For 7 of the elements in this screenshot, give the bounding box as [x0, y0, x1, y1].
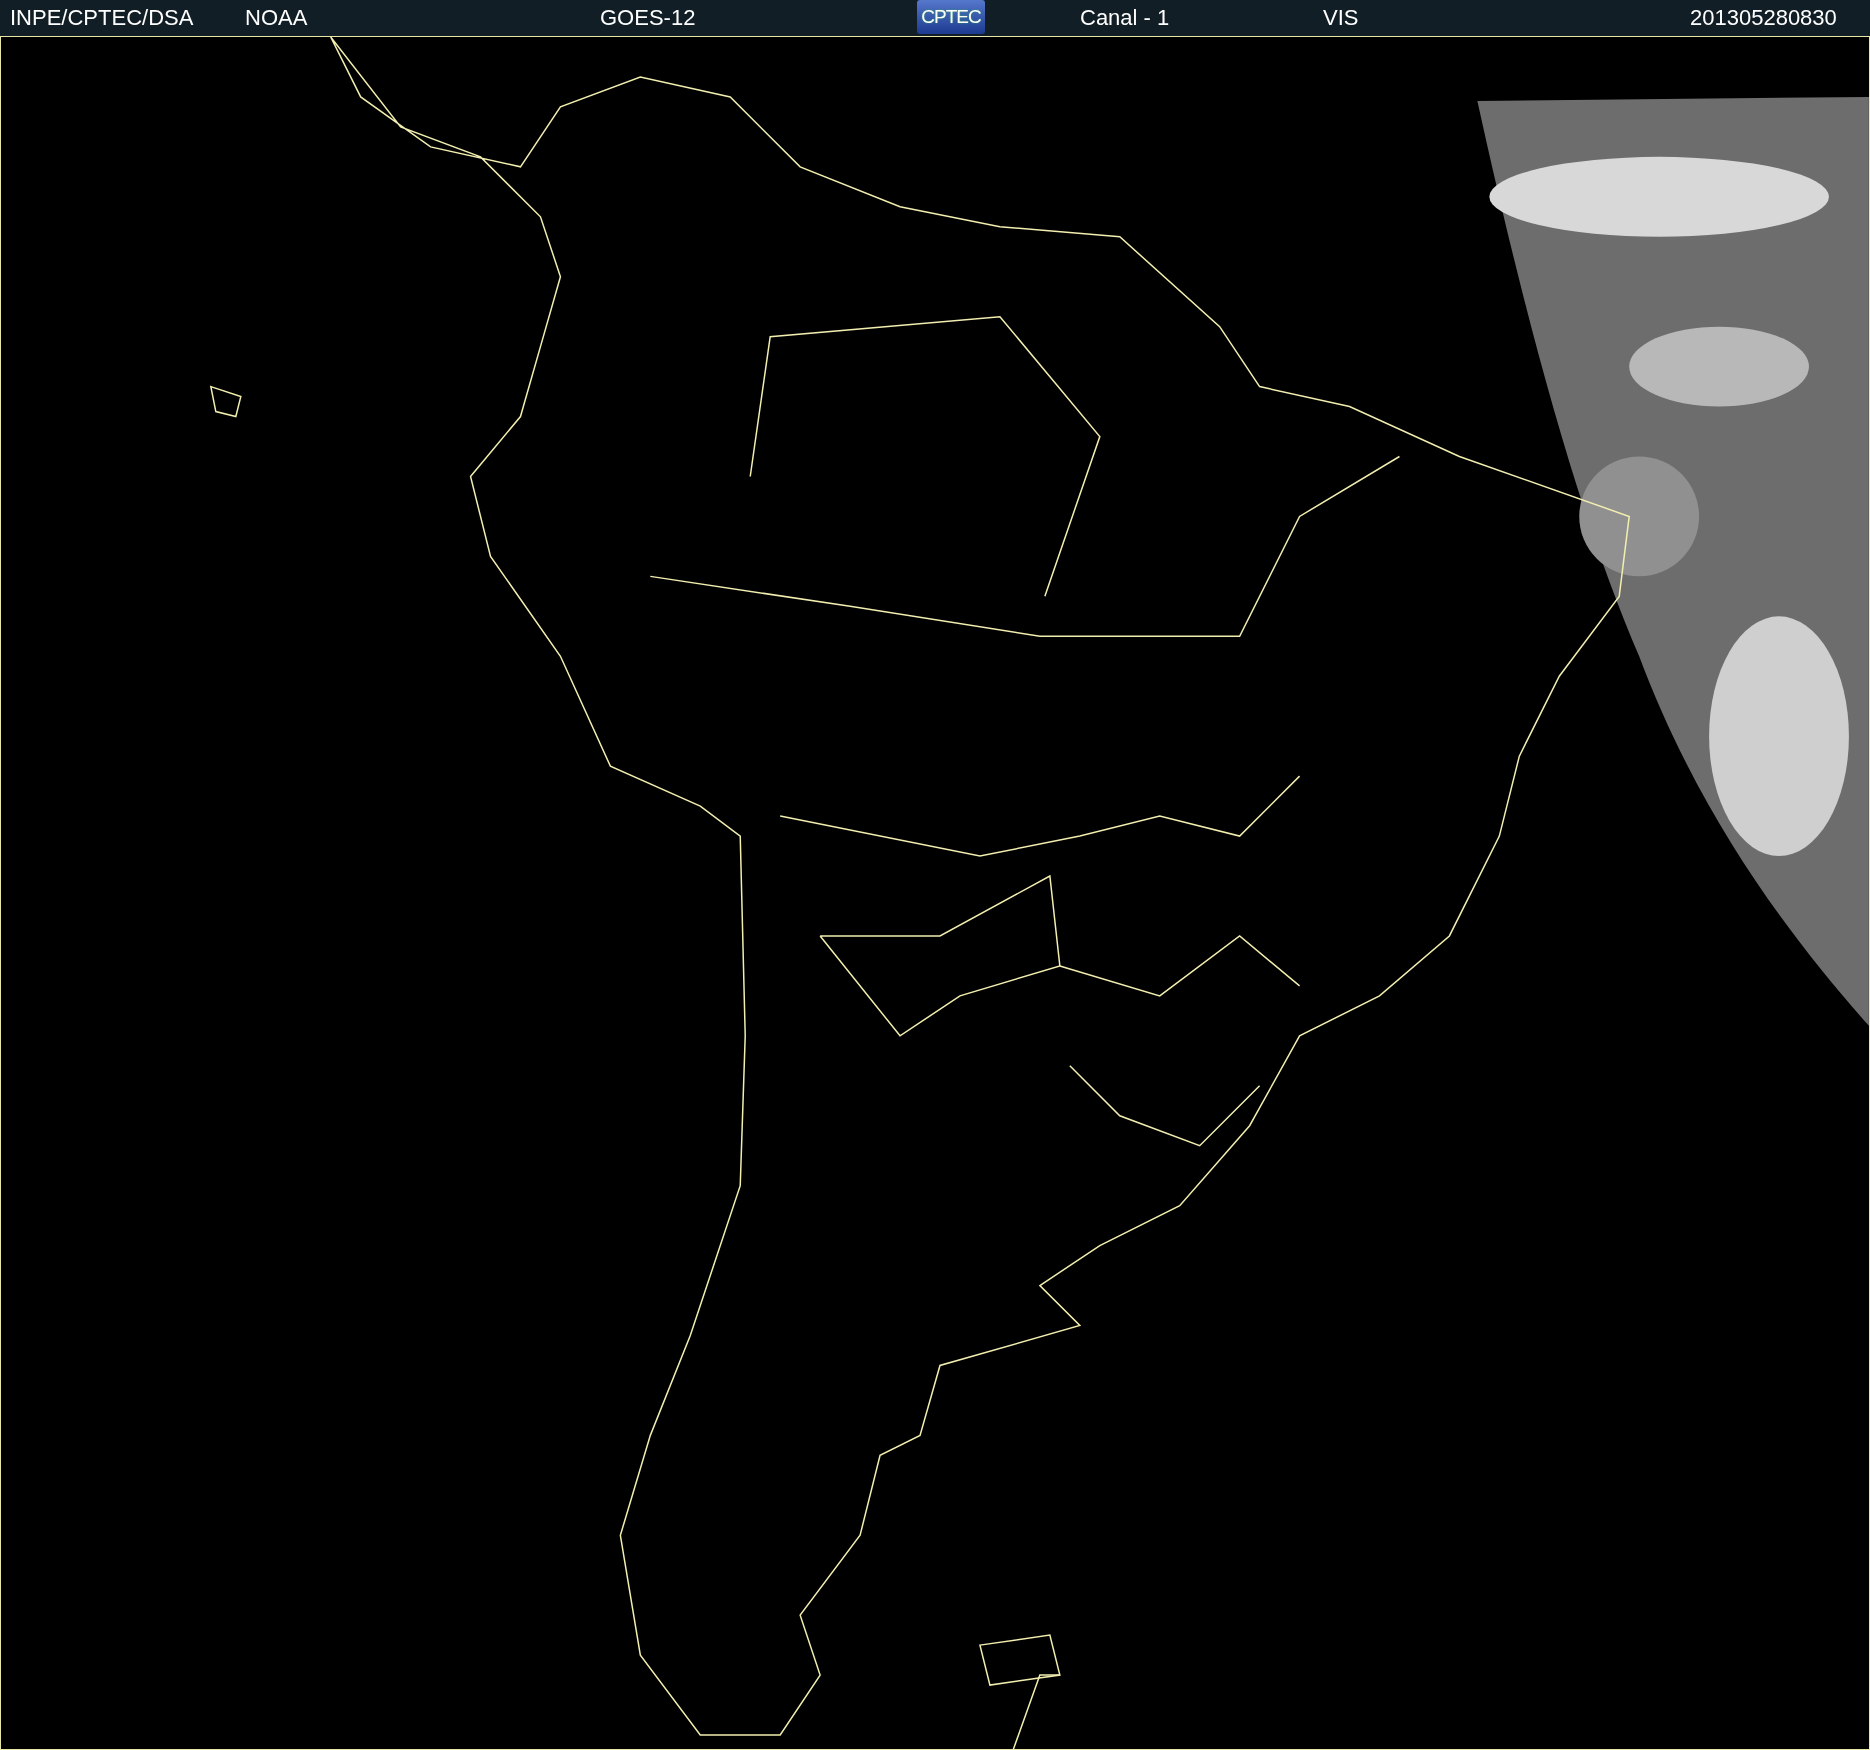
- header-label: GOES-12: [600, 7, 696, 29]
- header-label: Canal - 1: [1080, 7, 1170, 29]
- logo: CPTEC: [917, 0, 985, 34]
- header-label: INPE/CPTEC/DSA: [10, 7, 194, 29]
- header-label: 201305280830: [1690, 7, 1837, 29]
- header-label: NOAA: [245, 7, 308, 29]
- header-label: VIS: [1323, 7, 1359, 29]
